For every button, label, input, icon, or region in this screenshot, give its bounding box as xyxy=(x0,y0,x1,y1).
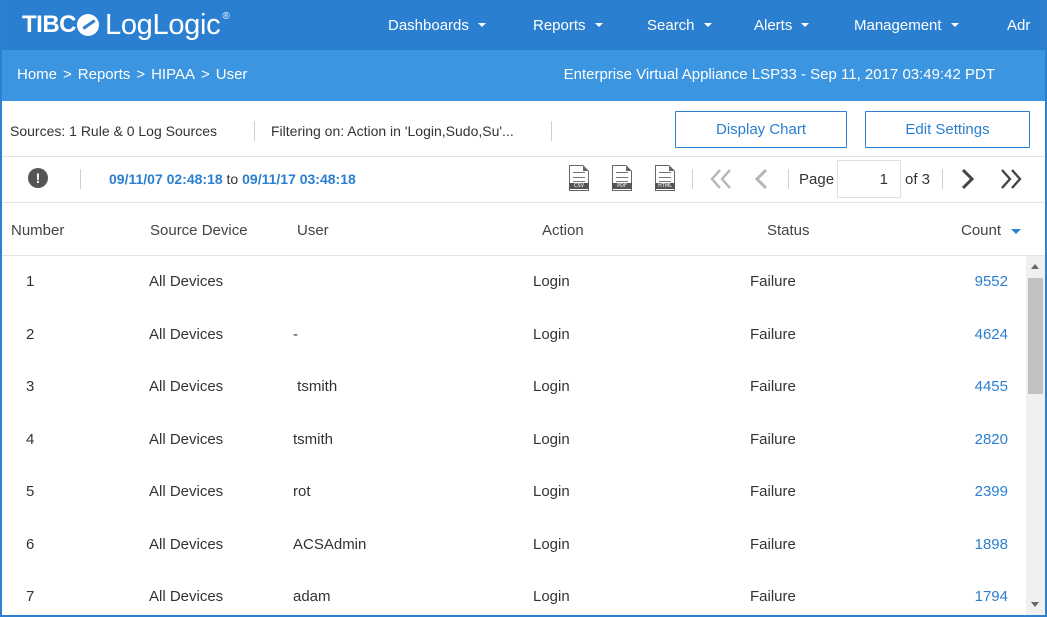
window-border xyxy=(0,0,1047,617)
